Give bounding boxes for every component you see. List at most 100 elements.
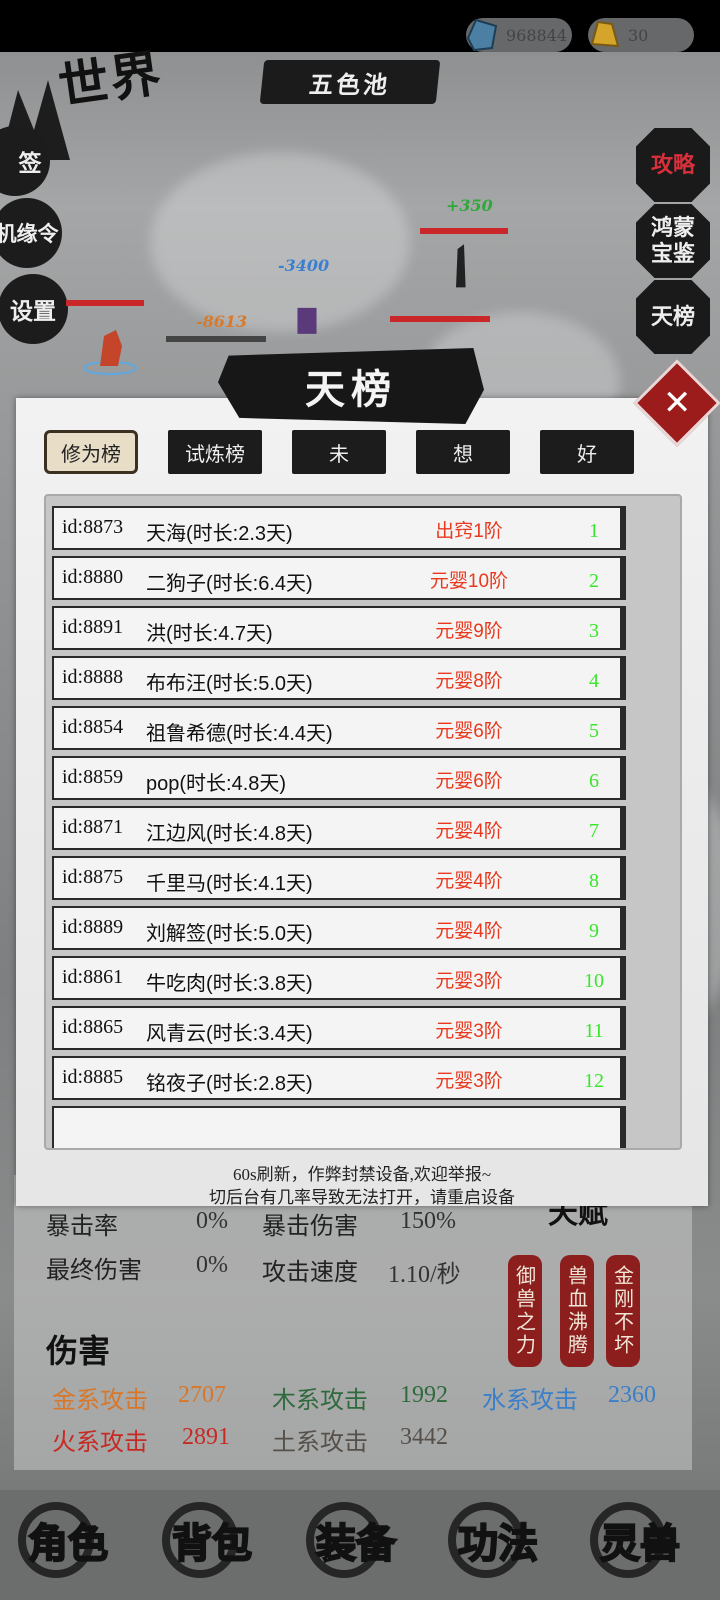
nav-character-label: 角色 (27, 1519, 109, 1568)
nav-equipment[interactable]: 装备 (292, 1500, 420, 1580)
ranking-row[interactable]: id:8859 pop(时长:4.8天) 元婴6阶 6 (52, 756, 626, 800)
cultivation-level: 出窍1阶 (435, 521, 503, 542)
player-character-icon (83, 330, 137, 375)
spirit-stone-icon (466, 18, 498, 52)
ranking-row[interactable]: id:8871 江边风(时长:4.8天) 元婴4阶 7 (52, 806, 626, 850)
wood-atk-label: 木系攻击 (272, 1386, 368, 1414)
fire-atk-value: 2891 (182, 1424, 230, 1450)
cultivation-level: 元婴10阶 (429, 571, 509, 592)
damage-section-title: 伤害 (46, 1332, 111, 1370)
final-dmg-value: 0% (196, 1252, 228, 1278)
tab-cultivation-rank[interactable]: 修为榜 (44, 430, 138, 474)
rank-position: 4 (589, 670, 599, 692)
rank-position: 12 (584, 1070, 604, 1092)
enemy-hp-bar (166, 336, 266, 342)
fire-atk-label: 火系攻击 (52, 1428, 148, 1456)
earth-atk-value: 3442 (400, 1424, 448, 1450)
ranking-row[interactable]: id:8861 牛吃肉(时长:3.8天) 元婴3阶 10 (52, 956, 626, 1000)
talent-badge[interactable]: 御兽之力 (508, 1255, 542, 1367)
rank-position: 10 (584, 970, 604, 992)
atk-speed-label: 攻击速度 (262, 1258, 358, 1286)
cultivation-level: 元婴4阶 (435, 821, 503, 842)
player-hp-bar (66, 300, 144, 306)
cultivation-level: 元婴6阶 (435, 721, 503, 742)
gold-counter: 30 (588, 18, 694, 52)
ranking-row[interactable]: id:8891 洪(时长:4.7天) 元婴9阶 3 (52, 606, 626, 650)
ranking-row[interactable]: id:8873 天海(时长:2.3天) 出窍1阶 1 (52, 506, 626, 550)
metal-atk-label: 金系攻击 (52, 1386, 148, 1414)
player-name: 千里马(时长:4.1天) (146, 873, 313, 895)
gold-ingot-icon (590, 20, 620, 48)
ranking-row[interactable]: id:8889 刘解签(时长:5.0天) 元婴4阶 9 (52, 906, 626, 950)
ranking-row[interactable]: id:8885 铭夜子(时长:2.8天) 元婴3阶 12 (52, 1056, 626, 1100)
player-id: id:8885 (62, 1066, 124, 1088)
tab-placeholder-3[interactable]: 好 (540, 430, 634, 474)
tab-placeholder-2[interactable]: 想 (416, 430, 510, 474)
crit-rate-label: 暴击率 (46, 1212, 118, 1240)
player-id: id:8859 (62, 766, 124, 788)
player-id: id:8865 (62, 1016, 124, 1038)
player-id: id:8861 (62, 966, 124, 988)
ranking-row[interactable]: id:8875 千里马(时长:4.1天) 元婴4阶 8 (52, 856, 626, 900)
ranking-row-partial[interactable] (52, 1106, 626, 1148)
pool-name-banner[interactable]: 五色池 (259, 60, 441, 104)
crit-dmg-value: 150% (400, 1208, 456, 1234)
treasure-book-button[interactable]: 鸿蒙宝鉴 (636, 204, 710, 278)
player-name: 洪(时长:4.7天) (146, 623, 273, 645)
nav-pets[interactable]: 灵兽 (576, 1500, 704, 1580)
water-atk-value: 2360 (608, 1382, 656, 1408)
tab-trial-rank[interactable]: 试炼榜 (168, 430, 262, 474)
rank-position: 5 (589, 720, 599, 742)
enemy-character-icon (456, 244, 466, 288)
talent-badge[interactable]: 金刚不坏 (606, 1255, 640, 1367)
player-id: id:8873 (62, 516, 124, 538)
rank-position: 1 (589, 520, 599, 542)
heaven-rank-button[interactable]: 天榜 (636, 280, 710, 354)
rank-position: 6 (589, 770, 599, 792)
player-id: id:8871 (62, 816, 124, 838)
refresh-notice: 60s刷新，作弊封禁设备,欢迎举报~ (232, 1165, 492, 1184)
player-name: 布布汪(时长:5.0天) (146, 673, 313, 695)
ranking-list[interactable]: id:8873 天海(时长:2.3天) 出窍1阶 1 id:8880 二狗子(时… (44, 494, 682, 1150)
settings-button[interactable]: 设置 (0, 274, 68, 344)
spirit-stone-counter: 968844 (466, 18, 572, 52)
damage-number: -8613 (196, 312, 248, 331)
sign-in-label: 签 (18, 150, 42, 177)
nav-character[interactable]: 角色 (4, 1500, 132, 1580)
metal-atk-value: 2707 (178, 1382, 226, 1408)
cultivation-level: 元婴3阶 (435, 971, 503, 992)
nav-bag-label: 背包 (171, 1519, 253, 1568)
damage-number: +350 (446, 196, 493, 215)
rank-position: 9 (589, 920, 599, 942)
nav-skills[interactable]: 功法 (434, 1500, 562, 1580)
strategy-button[interactable]: 攻略 (636, 128, 710, 202)
nav-pets-label: 灵兽 (599, 1519, 681, 1568)
ranking-row[interactable]: id:8888 布布汪(时长:5.0天) 元婴8阶 4 (52, 656, 626, 700)
nav-skills-label: 功法 (457, 1519, 539, 1568)
player-name: pop(时长:4.8天) (146, 773, 287, 795)
player-name: 二狗子(时长:6.4天) (146, 573, 313, 595)
final-dmg-label: 最终伤害 (46, 1256, 142, 1284)
player-name: 天海(时长:2.3天) (146, 523, 293, 545)
earth-atk-label: 土系攻击 (272, 1428, 368, 1456)
player-id: id:8854 (62, 716, 124, 738)
tab-placeholder-1[interactable]: 未 (292, 430, 386, 474)
fortune-token-label: 机缘令 (0, 221, 59, 246)
cultivation-level: 元婴3阶 (435, 1021, 503, 1042)
player-name: 江边风(时长:4.8天) (146, 823, 313, 845)
cultivation-level: 元婴4阶 (435, 921, 503, 942)
enemy-hp-bar (420, 228, 508, 234)
player-name: 牛吃肉(时长:3.8天) (146, 973, 313, 995)
ranking-row[interactable]: id:8880 二狗子(时长:6.4天) 元婴10阶 2 (52, 556, 626, 600)
background-notice: 切后台有几率导致无法打开，请重启设备 (209, 1188, 515, 1207)
player-id: id:8888 (62, 666, 124, 688)
treasure-book-label: 鸿蒙宝鉴 (650, 215, 695, 267)
rank-position: 7 (589, 820, 599, 842)
nav-bag[interactable]: 背包 (148, 1500, 276, 1580)
ranking-row[interactable]: id:8854 祖鲁希德(时长:4.4天) 元婴6阶 5 (52, 706, 626, 750)
spirit-stone-value: 968844 (506, 25, 568, 45)
ranking-row[interactable]: id:8865 风青云(时长:3.4天) 元婴3阶 11 (52, 1006, 626, 1050)
enemy-character-icon (297, 307, 317, 334)
talent-badge[interactable]: 兽血沸腾 (560, 1255, 594, 1367)
modal-title: 天榜 (218, 348, 484, 424)
